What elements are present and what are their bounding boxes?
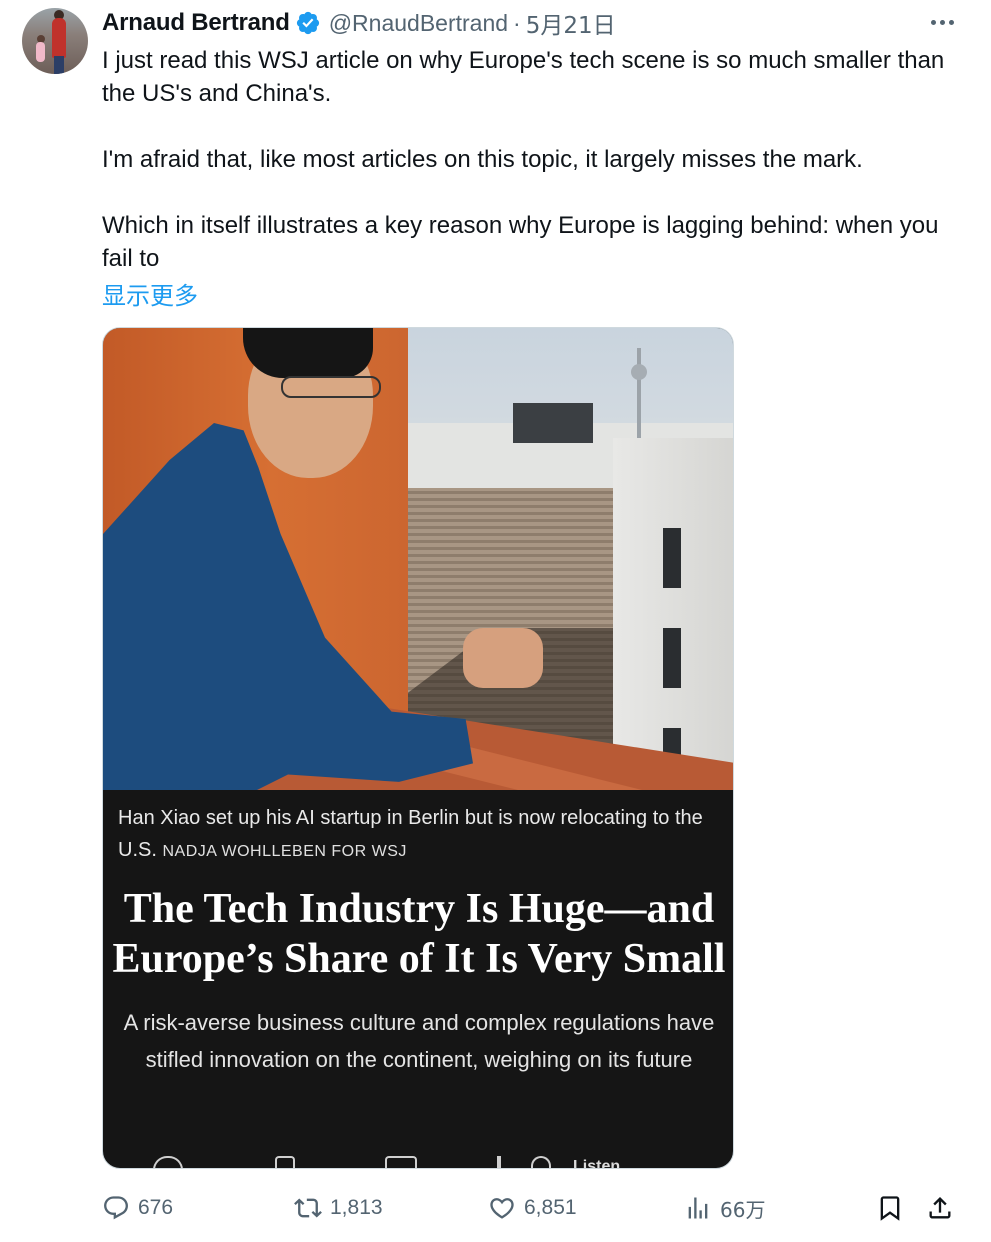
action-bar: 676 1,813 6,851 66万	[102, 1188, 962, 1228]
tweet: Arnaud Bertrand @RnaudBertrand · 5月21日 I…	[0, 0, 991, 1242]
author-handle[interactable]: @RnaudBertrand	[329, 10, 508, 37]
bookmark-button[interactable]	[876, 1188, 904, 1228]
retweet-count: 1,813	[330, 1196, 383, 1219]
media-card[interactable]: Han Xiao set up his AI startup in Berlin…	[102, 327, 734, 1169]
more-icon[interactable]	[927, 10, 957, 34]
verified-badge-icon	[295, 10, 321, 36]
share-icon	[929, 1197, 951, 1219]
article-toolbar: Listen	[103, 1150, 733, 1169]
save-icon	[385, 1156, 417, 1168]
share-arrow-icon	[153, 1156, 183, 1168]
retweet-icon	[294, 1198, 322, 1218]
tweet-date[interactable]: 5月21日	[526, 6, 616, 40]
photo-credit: NADJA WOHLLEBEN FOR WSJ	[162, 843, 407, 860]
tweet-paragraph: Which in itself illustrates a key reason…	[102, 212, 939, 272]
show-more-link[interactable]: 显示更多	[102, 276, 198, 311]
listen-label: Listen	[573, 1158, 621, 1169]
author-avatar[interactable]	[22, 8, 88, 74]
header-separator: ·	[513, 9, 521, 36]
photo-caption: Han Xiao set up his AI startup in Berlin…	[118, 802, 718, 868]
tweet-paragraph: I'm afraid that, like most articles on t…	[102, 146, 863, 173]
views-count: 66万	[720, 1197, 766, 1222]
reply-icon	[104, 1196, 128, 1220]
tweet-header: Arnaud Bertrand @RnaudBertrand · 5月21日	[102, 6, 616, 40]
reply-button[interactable]: 676	[102, 1188, 173, 1228]
heart-icon	[490, 1198, 514, 1219]
tweet-paragraph: I just read this WSJ article on why Euro…	[102, 47, 945, 107]
article-headline: The Tech Industry Is Huge—and Europe’s S…	[112, 886, 726, 982]
like-count: 6,851	[524, 1196, 577, 1219]
article-photo	[103, 328, 733, 790]
reply-count: 676	[138, 1196, 174, 1219]
bookmark-icon	[880, 1196, 900, 1221]
article-dek: A risk-averse business culture and compl…	[123, 1010, 715, 1072]
retweet-button[interactable]: 1,813	[294, 1188, 383, 1228]
views-button[interactable]: 66万	[684, 1188, 765, 1228]
tweet-text: I just read this WSJ article on why Euro…	[102, 44, 962, 275]
like-button[interactable]: 6,851	[488, 1188, 577, 1228]
author-display-name[interactable]: Arnaud Bertrand	[102, 9, 290, 37]
views-icon	[688, 1197, 708, 1219]
toolbar-divider	[497, 1156, 501, 1168]
text-size-icon	[275, 1156, 295, 1168]
share-button[interactable]	[926, 1188, 954, 1228]
headphones-icon	[531, 1156, 551, 1168]
